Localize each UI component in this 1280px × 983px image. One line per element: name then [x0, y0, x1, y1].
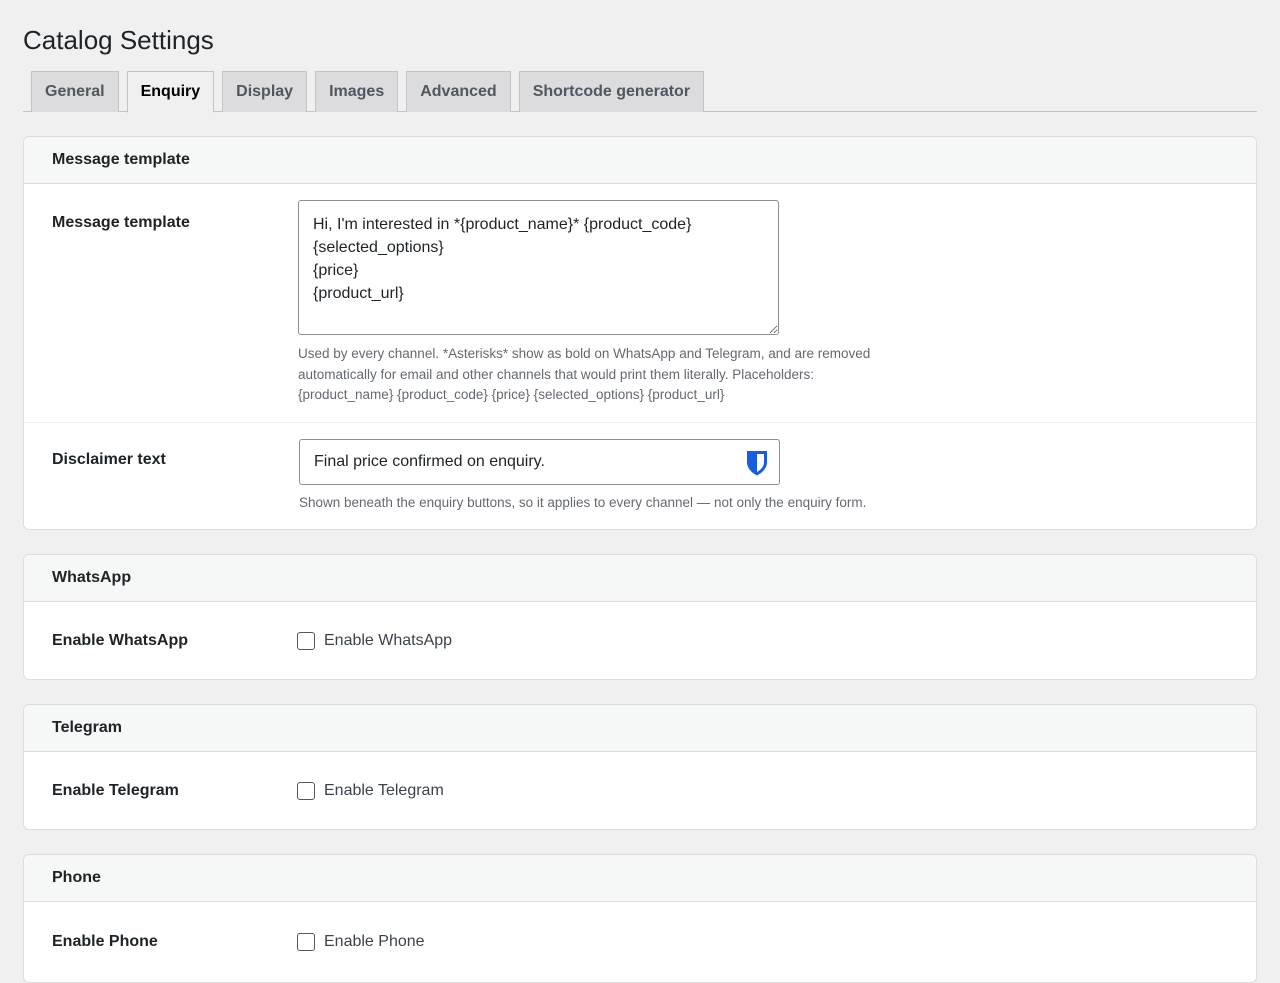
enable-telegram-checkbox-label[interactable]: Enable Telegram: [324, 782, 444, 800]
enable-whatsapp-checkbox[interactable]: [297, 631, 315, 650]
disclaimer-input[interactable]: [299, 438, 780, 485]
enable-phone-label: Enable Phone: [52, 933, 158, 950]
phone-card: Phone Enable Phone Enable Phone: [23, 854, 1257, 983]
enable-phone-option[interactable]: Enable Phone: [297, 933, 1228, 951]
disclaimer-row: Disclaimer text Shown beneath the enquir…: [24, 421, 1256, 530]
telegram-heading: Telegram: [24, 705, 1256, 752]
message-template-textarea[interactable]: Hi, I'm interested in *{product_name}* {…: [298, 200, 779, 335]
tab-advanced[interactable]: Advanced: [406, 71, 511, 112]
disclaimer-input-wrap: [299, 438, 780, 485]
phone-heading: Phone: [24, 855, 1256, 902]
enable-whatsapp-option[interactable]: Enable WhatsApp: [297, 631, 1228, 650]
phone-row: Enable Phone Enable Phone: [24, 902, 1256, 982]
tab-general[interactable]: General: [31, 71, 119, 112]
enable-telegram-option[interactable]: Enable Telegram: [297, 781, 1228, 800]
enable-whatsapp-checkbox-label[interactable]: Enable WhatsApp: [324, 632, 452, 650]
telegram-card: Telegram Enable Telegram Enable Telegram: [23, 704, 1257, 830]
enable-telegram-checkbox[interactable]: [297, 781, 315, 800]
message-template-field: Hi, I'm interested in *{product_name}* {…: [297, 200, 1228, 406]
shield-icon[interactable]: [745, 449, 769, 477]
tab-enquiry[interactable]: Enquiry: [126, 71, 215, 113]
whatsapp-heading: WhatsApp: [24, 555, 1256, 602]
tab-shortcode-generator[interactable]: Shortcode generator: [518, 71, 705, 112]
message-template-label: Message template: [52, 214, 190, 231]
enable-whatsapp-label: Enable WhatsApp: [52, 631, 189, 649]
settings-page: Catalog Settings General Enquiry Display…: [0, 0, 1280, 983]
message-template-help: Used by every channel. *Asterisks* show …: [298, 346, 871, 402]
settings-tabs: General Enquiry Display Images Advanced …: [23, 71, 1257, 113]
message-template-heading: Message template: [24, 137, 1256, 184]
message-template-card: Message template Message template Hi, I'…: [23, 136, 1257, 530]
whatsapp-card: WhatsApp Enable WhatsApp Enable WhatsApp: [23, 554, 1257, 680]
page-title: Catalog Settings: [23, 25, 214, 55]
tab-images[interactable]: Images: [315, 71, 399, 112]
disclaimer-help: Shown beneath the enquiry buttons, so it…: [299, 494, 867, 510]
disclaimer-label: Disclaimer text: [52, 450, 166, 468]
tab-display[interactable]: Display: [222, 71, 308, 112]
whatsapp-row: Enable WhatsApp Enable WhatsApp: [24, 602, 1256, 679]
message-template-row: Message template Hi, I'm interested in *…: [24, 184, 1256, 422]
telegram-row: Enable Telegram Enable Telegram: [24, 752, 1256, 829]
disclaimer-field: Shown beneath the enquiry buttons, so it…: [297, 438, 1228, 514]
enable-phone-checkbox-label[interactable]: Enable Phone: [324, 933, 425, 951]
enable-phone-checkbox[interactable]: [297, 933, 315, 951]
enable-telegram-label: Enable Telegram: [52, 781, 179, 799]
